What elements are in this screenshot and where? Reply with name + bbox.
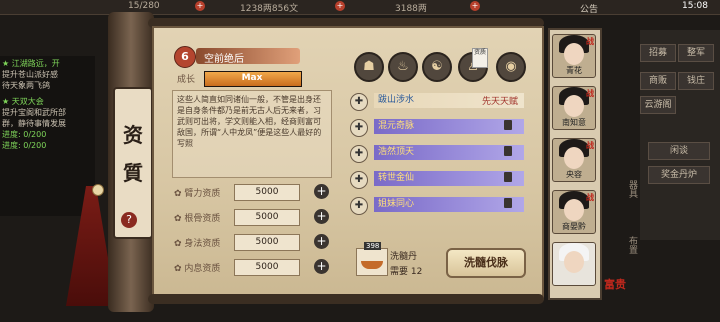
add-stat-button[interactable]: + [314,209,329,224]
side-label: 器具 [627,180,637,198]
lock-icon [504,198,512,208]
stat-row: ✿ 内息资质 5000 + [174,259,334,276]
quest-line: 进度: 0/200 [2,141,47,150]
stat-value: 5000 [234,184,300,201]
scroll-bead [92,184,104,196]
quest-line: 待天象两飞鸽 [2,81,50,90]
portrait-3[interactable]: 战央容 [552,138,596,182]
notice-button[interactable]: 公告 [580,2,598,15]
talent-add-icon[interactable]: ✚ [350,93,368,111]
aptitude-name: 空前绝后 [204,54,244,65]
stamina-value: 15/280 [128,1,160,11]
aptitude-description: 这些人简直如同诸仙一般，不管是出身还是自身条件都乃是前无古人后无来者，习武则可出… [172,90,332,178]
plus-icon: + [470,1,480,11]
portrait-2[interactable]: 战南知意 [552,86,596,130]
talent-add-icon[interactable]: ✚ [350,145,368,163]
yuanbao-value: 3188两 [395,4,427,14]
lock-icon [504,172,512,182]
talent-name: 混元奇脉 [374,119,524,134]
marrow-wash-button[interactable]: 洗髓伐脉 [446,248,526,278]
add-stat-button[interactable]: + [314,259,329,274]
menu-recruit[interactable]: 招募 [640,44,676,62]
aptitude-tag: 资质 [472,48,488,68]
talent-row[interactable]: ✚ 转世金仙 [350,170,532,189]
add-stamina-button[interactable]: + [195,1,205,12]
help-button[interactable]: ? [121,212,137,228]
pill-count: 398 [364,242,382,250]
growth-value: Max [241,73,263,83]
stat-label: ✿ 内息资质 [174,264,221,274]
stat-row: ✿ 臂力资质 5000 + [174,184,334,201]
talent-name: 浩然顶天 [374,145,524,160]
quest-line: 提升苍山派好感 [2,70,58,79]
quest-line: ★ 江湖路远，开 [2,59,60,68]
pill-icon [361,261,383,269]
lock-icon [504,120,512,130]
talent-row[interactable]: ✚ 浩然顶天 [350,144,532,163]
stat-value: 5000 [234,209,300,226]
stat-label: ✿ 臂力资质 [174,189,221,199]
portrait-4[interactable]: 战商晏黔 [552,190,596,234]
portrait-1[interactable]: 战青花 [552,34,596,78]
tab-char: 質 [123,161,143,185]
yuanbao-display: 3188两 [395,1,427,14]
tab-char: 资 [123,123,143,147]
talent-add-icon[interactable]: ✚ [350,197,368,215]
add-stat-button[interactable]: + [314,184,329,199]
pill-requirement: 需要 12 [390,267,423,277]
rank-badge: 6 [174,46,196,68]
add-yuanbao-button[interactable]: + [470,1,480,12]
top-bar: 15/280 + 1238两856文 + 3188两 + 公告 15:08 [0,0,720,15]
money-display: 1238两856文 [240,1,298,14]
jade-icon[interactable]: ◉ [496,52,526,82]
quest-line: 进度: 0/200 [2,130,47,139]
pot-icon[interactable]: ☗ [354,52,384,82]
side-label: 布置 [627,236,637,254]
stat-row: ✿ 身法资质 5000 + [174,234,334,251]
quest-line: ★ 天双大会 [2,97,44,106]
talent-name: 转世金仙 [374,171,524,186]
lock-icon [504,146,512,156]
talent-type: 先天天赋 [481,97,518,107]
teapot-icon[interactable]: ♨ [388,52,418,82]
stat-value: 5000 [234,234,300,251]
growth-label: 成长 [177,75,196,85]
quest-log[interactable]: ★ 江湖路远，开 提升苍山派好感 待天象两飞鸽 ★ 天双大会 提升宝阁和武所部 … [0,56,95,216]
menu-travel[interactable]: 云游阁 [640,96,676,114]
quest-line: 提升宝阁和武所部 [2,108,66,117]
clock: 15:08 [682,1,708,11]
stat-label: ✿ 身法资质 [174,239,221,249]
parchment-bottom-rod [148,294,544,304]
menu-chat[interactable]: 闲谈 [648,142,710,160]
stamina-display: 15/280 [128,1,160,11]
menu-merchant[interactable]: 商贩 [640,72,676,90]
talent-add-icon[interactable]: ✚ [350,171,368,189]
talent-row[interactable]: ✚ 混元奇脉 [350,118,532,137]
talent-row[interactable]: ✚ 姐妹同心 [350,196,532,215]
talent-row[interactable]: ✚ 跋山涉水 先天天赋 [350,92,532,111]
stat-value: 5000 [234,259,300,276]
pill-item[interactable] [356,248,388,276]
talent-add-icon[interactable]: ✚ [350,119,368,137]
stat-row: ✿ 根骨资质 5000 + [174,209,334,226]
seal-logo: 富贵 [604,278,626,291]
money-value: 1238两856文 [240,4,299,14]
plus-icon: + [195,1,205,11]
pill-name: 洗髓丹 [390,252,418,262]
add-money-button[interactable]: + [335,1,345,12]
plus-icon: + [335,1,345,11]
quest-line: 群，静待事情发展 [2,119,66,128]
talent-name: 姐妹同心 [374,197,524,212]
menu-army[interactable]: 整军 [678,44,714,62]
add-stat-button[interactable]: + [314,234,329,249]
stat-label: ✿ 根骨资质 [174,214,221,224]
menu-alchemy[interactable]: 奖金丹炉 [648,166,710,184]
taiji-icon[interactable]: ☯ [422,52,452,82]
menu-bank[interactable]: 钱庄 [678,72,714,90]
portrait-5[interactable] [552,242,596,286]
